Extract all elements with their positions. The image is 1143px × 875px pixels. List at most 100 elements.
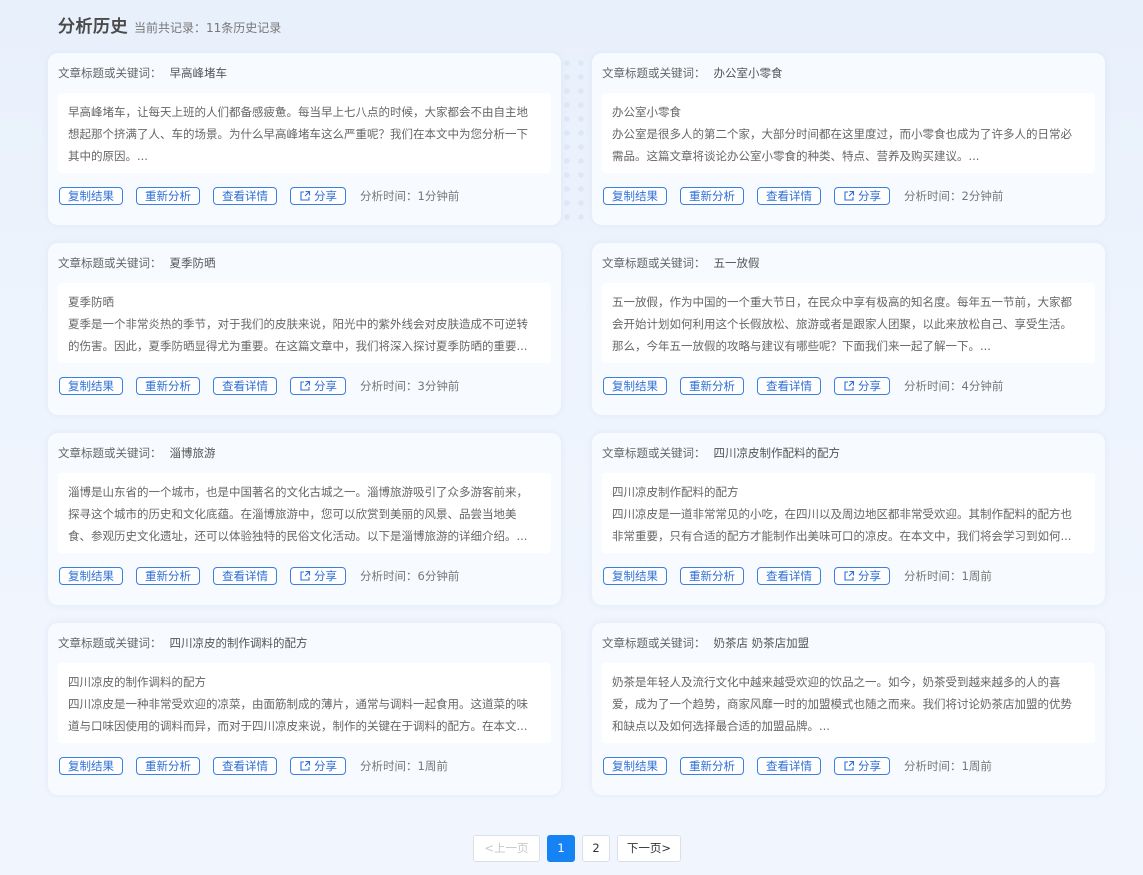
view-detail-button[interactable]: 查看详情 [213, 757, 277, 775]
reanalyze-button[interactable]: 重新分析 [680, 567, 744, 585]
reanalyze-button[interactable]: 重新分析 [136, 757, 200, 775]
analysis-time-value: 3分钟前 [417, 379, 460, 393]
result-preview-line: 办公室小零食 [612, 105, 681, 119]
reanalyze-button[interactable]: 重新分析 [136, 187, 200, 205]
history-card: 文章标题或关键词： 早高峰堵车早高峰堵车，让每天上班的人们都备感疲惫。每当早上七八… [48, 53, 561, 225]
share-button[interactable]: 分享 [290, 377, 346, 395]
analysis-time-label: 分析时间： [904, 759, 962, 773]
keyword-value: 淄博旅游 [169, 446, 216, 460]
keyword-value: 四川凉皮的制作调料的配方 [169, 636, 308, 650]
page-button-2[interactable]: 2 [582, 835, 610, 862]
view-detail-button[interactable]: 查看详情 [757, 377, 821, 395]
share-icon [843, 190, 855, 202]
history-card-grid: 文章标题或关键词： 早高峰堵车早高峰堵车，让每天上班的人们都备感疲惫。每当早上七八… [48, 53, 1105, 795]
keyword-value: 早高峰堵车 [169, 66, 228, 80]
analysis-time-label: 分析时间： [904, 189, 962, 203]
keyword-value: 五一放假 [713, 256, 760, 270]
page-button-1[interactable]: 1 [547, 835, 575, 862]
result-preview-line: 爱，成为了一个趋势，商家风靡一时的加盟模式也随之而来。我们将讨论奶茶店加盟的优势 [612, 697, 1072, 711]
share-button[interactable]: 分享 [834, 187, 890, 205]
view-detail-button[interactable]: 查看详情 [213, 377, 277, 395]
analysis-time-value: 1分钟前 [417, 189, 460, 203]
keyword-label: 文章标题或关键词： [58, 66, 162, 80]
prev-page-button[interactable]: <上一页 [473, 835, 540, 862]
card-actions: 复制结果 重新分析 查看详情 分享 分析时间：3分钟前 [59, 377, 459, 395]
reanalyze-button[interactable]: 重新分析 [136, 377, 200, 395]
keyword-row: 文章标题或关键词： 早高峰堵车 [58, 65, 227, 81]
keyword-row: 文章标题或关键词： 四川凉皮的制作调料的配方 [58, 635, 308, 651]
share-icon [843, 380, 855, 392]
card-actions: 复制结果 重新分析 查看详情 分享 分析时间：1周前 [603, 567, 992, 585]
result-preview: 淄博是山东省的一个城市，也是中国著名的文化古城之一。淄博旅游吸引了众多游客前来，… [58, 473, 551, 553]
result-preview-line: 办公室是很多人的第二个家，大部分时间都在这里度过，而小零食也成为了许多人的日常必 [612, 127, 1072, 141]
next-page-button[interactable]: 下一页> [617, 835, 681, 862]
keyword-row: 文章标题或关键词： 夏季防晒 [58, 255, 216, 271]
view-detail-button[interactable]: 查看详情 [757, 757, 821, 775]
share-label: 分享 [314, 759, 337, 773]
keyword-label: 文章标题或关键词： [602, 446, 706, 460]
result-preview: 夏季防晒 夏季是一个非常炎热的季节，对于我们的皮肤来说，阳光中的紫外线会对皮肤造成… [58, 283, 551, 363]
share-button[interactable]: 分享 [290, 187, 346, 205]
copy-result-button[interactable]: 复制结果 [59, 757, 123, 775]
view-detail-button[interactable]: 查看详情 [757, 567, 821, 585]
result-preview: 办公室小零食办公室是很多人的第二个家，大部分时间都在这里度过，而小零食也成为了许… [602, 93, 1095, 173]
analysis-time-label: 分析时间： [360, 569, 418, 583]
history-card: 文章标题或关键词： 夏季防晒夏季防晒 夏季是一个非常炎热的季节，对于我们的皮肤来说，… [48, 243, 561, 415]
page-header: 分析历史 当前共记录：11条历史记录 [58, 12, 281, 40]
share-label: 分享 [858, 569, 881, 583]
share-label: 分享 [858, 379, 881, 393]
share-label: 分享 [314, 379, 337, 393]
reanalyze-button[interactable]: 重新分析 [680, 757, 744, 775]
share-icon [843, 570, 855, 582]
analysis-time-label: 分析时间： [360, 379, 418, 393]
view-detail-button[interactable]: 查看详情 [757, 187, 821, 205]
history-card: 文章标题或关键词： 五一放假 五一放假，作为中国的一个重大节日，在民众中享有极高的知… [592, 243, 1105, 415]
reanalyze-button[interactable]: 重新分析 [136, 567, 200, 585]
card-actions: 复制结果 重新分析 查看详情 分享 分析时间：6分钟前 [59, 567, 459, 585]
copy-result-button[interactable]: 复制结果 [59, 567, 123, 585]
page-title: 分析历史 [58, 17, 128, 37]
keyword-label: 文章标题或关键词： [58, 446, 162, 460]
result-preview-line: 的伤害。因此，夏季防晒显得尤为重要。在这篇文章中，我们将深入探讨夏季防晒的重要.… [68, 339, 528, 353]
copy-result-button[interactable]: 复制结果 [603, 567, 667, 585]
card-actions: 复制结果 重新分析 查看详情 分享 分析时间：1周前 [59, 757, 448, 775]
share-button[interactable]: 分享 [290, 567, 346, 585]
share-button[interactable]: 分享 [834, 377, 890, 395]
view-detail-button[interactable]: 查看详情 [213, 567, 277, 585]
share-label: 分享 [314, 189, 337, 203]
copy-result-button[interactable]: 复制结果 [59, 187, 123, 205]
result-preview-line: 四川凉皮是一道非常常见的小吃，在四川以及周边地区都非常受欢迎。其制作配料的配方也 [612, 507, 1072, 521]
result-preview-line: 想起那个挤满了人、车的场景。为什么早高峰堵车这么严重呢？我们在本文中为您分析一下 [68, 127, 528, 141]
result-preview-line: 早高峰堵车，让每天上班的人们都备感疲惫。每当早上七八点的时候，大家都会不由自主地 [68, 105, 528, 119]
result-preview-line: 非常重要，只有合适的配方才能制作出美味可口的凉皮。在本文中，我们将会学习到如何.… [612, 529, 1072, 543]
view-detail-button[interactable]: 查看详情 [213, 187, 277, 205]
result-preview-line: 食、参观历史文化遗址，还可以体验独特的民俗文化活动。以下是淄博旅游的详细介绍。.… [68, 529, 528, 543]
reanalyze-button[interactable]: 重新分析 [680, 187, 744, 205]
result-preview: 早高峰堵车，让每天上班的人们都备感疲惫。每当早上七八点的时候，大家都会不由自主地… [58, 93, 551, 173]
result-preview-line: 需品。这篇文章将谈论办公室小零食的种类、特点、营养及购买建议。... [612, 149, 980, 163]
keyword-row: 文章标题或关键词： 办公室小零食 [602, 65, 783, 81]
keyword-value: 夏季防晒 [169, 256, 216, 270]
share-button[interactable]: 分享 [834, 567, 890, 585]
copy-result-button[interactable]: 复制结果 [603, 187, 667, 205]
analysis-time-value: 4分钟前 [961, 379, 1004, 393]
reanalyze-button[interactable]: 重新分析 [680, 377, 744, 395]
share-label: 分享 [858, 759, 881, 773]
keyword-label: 文章标题或关键词： [602, 636, 706, 650]
keyword-label: 文章标题或关键词： [602, 66, 706, 80]
share-button[interactable]: 分享 [290, 757, 346, 775]
history-card: 文章标题或关键词： 淄博旅游淄博是山东省的一个城市，也是中国著名的文化古城之一。淄… [48, 433, 561, 605]
analysis-time-label: 分析时间： [360, 759, 418, 773]
copy-result-button[interactable]: 复制结果 [603, 377, 667, 395]
copy-result-button[interactable]: 复制结果 [603, 757, 667, 775]
result-preview: 奶茶是年轻人及流行文化中越来越受欢迎的饮品之一。如今，奶茶受到越来越多的人的喜爱… [602, 663, 1095, 743]
keyword-label: 文章标题或关键词： [58, 256, 162, 270]
result-preview-line: 夏季是一个非常炎热的季节，对于我们的皮肤来说，阳光中的紫外线会对皮肤造成不可逆转 [68, 317, 528, 331]
share-button[interactable]: 分享 [834, 757, 890, 775]
analysis-time-value: 1周前 [961, 569, 992, 583]
result-preview-line: 四川凉皮是一种非常受欢迎的凉菜，由面筋制成的薄片，通常与调料一起食用。这道菜的味 [68, 697, 528, 711]
result-preview-line: 道与口味因使用的调料而异，而对于四川凉皮来说，制作的关键在于调料的配方。在本文.… [68, 719, 528, 733]
record-count: 当前共记录：11条历史记录 [134, 21, 282, 35]
result-preview-line: 奶茶是年轻人及流行文化中越来越受欢迎的饮品之一。如今，奶茶受到越来越多的人的喜 [612, 675, 1061, 689]
copy-result-button[interactable]: 复制结果 [59, 377, 123, 395]
